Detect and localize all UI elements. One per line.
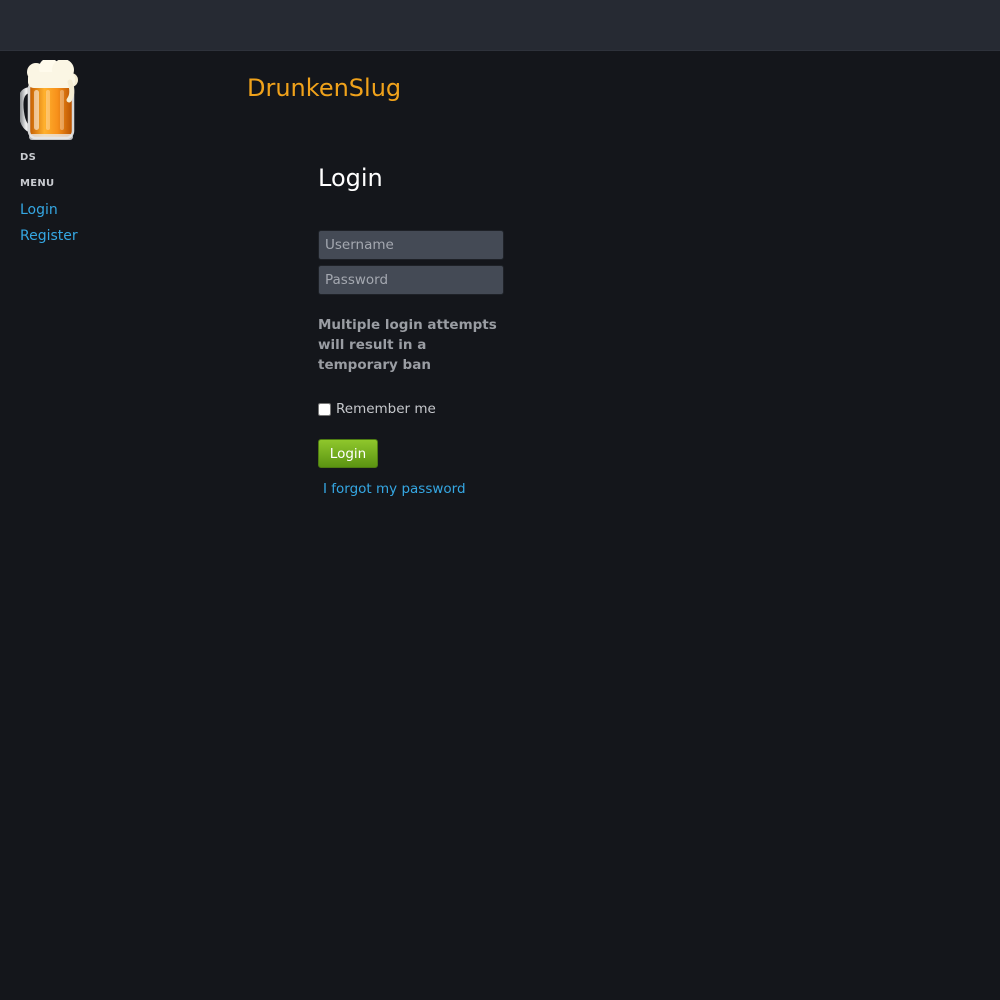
remember-me-checkbox[interactable] bbox=[318, 402, 331, 416]
username-input[interactable] bbox=[318, 230, 504, 260]
password-input[interactable] bbox=[318, 265, 504, 295]
sidebar-item-register[interactable]: Register bbox=[20, 228, 78, 244]
top-navbar bbox=[0, 0, 1000, 51]
beer-mug-icon[interactable] bbox=[17, 58, 78, 142]
login-warning-text: Multiple login attempts will result in a… bbox=[318, 317, 497, 373]
remember-me-row[interactable]: Remember me bbox=[318, 400, 436, 418]
remember-me-label[interactable]: Remember me bbox=[336, 401, 436, 417]
site-title[interactable]: DrunkenSlug bbox=[247, 74, 401, 102]
login-button[interactable]: Login bbox=[318, 439, 378, 468]
site-short-name: DS bbox=[20, 152, 37, 163]
menu-heading: MENU bbox=[20, 178, 55, 189]
sidebar-item-login[interactable]: Login bbox=[20, 202, 58, 218]
page-title: Login bbox=[318, 164, 383, 192]
forgot-password-link[interactable]: I forgot my password bbox=[323, 481, 466, 497]
